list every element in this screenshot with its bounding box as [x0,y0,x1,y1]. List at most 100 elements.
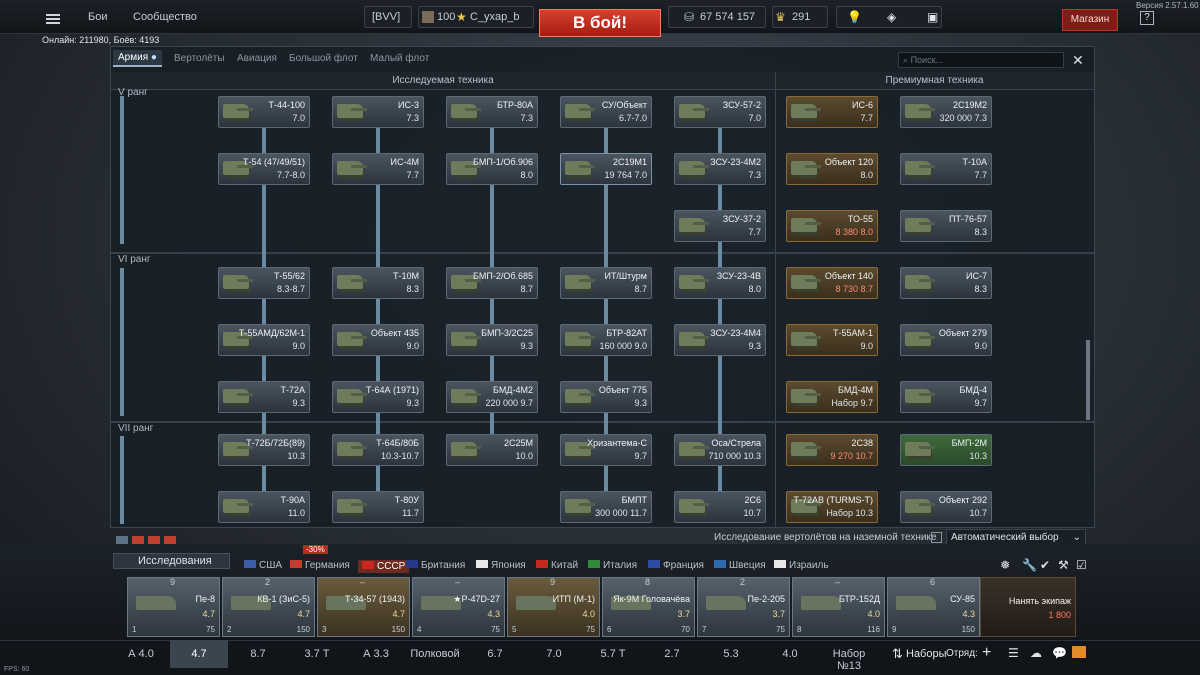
vehicle-card[interactable]: Т-55/62 8.3-8.7 [218,267,310,299]
preset-tab[interactable]: А 4.0 [112,648,170,660]
coupon-icon[interactable]: ▣ [927,10,938,24]
search-input[interactable]: ⌕ Поиск... [898,52,1064,68]
check-icon[interactable]: ✔ [1040,558,1050,572]
nation-tab[interactable]: Италия [588,560,637,571]
preset-tab[interactable]: 3.7 Т [288,648,346,660]
repair-icon[interactable]: ⚒ [1058,558,1069,572]
premium-vehicle-card[interactable]: Объект 120 8.0 [786,153,878,185]
chat-icon[interactable]: 💬 [1052,646,1067,660]
tab-bluewater[interactable]: Большой флот [289,53,358,64]
wrench-icon[interactable]: 🔧 [1022,558,1037,572]
vehicle-card[interactable]: ЗСУ-23-4В 8.0 [674,267,766,299]
vehicle-card[interactable]: БТР-82АТ 160 000 9.0 [560,324,652,356]
preset-tab[interactable]: 5.3 [702,648,760,660]
vehicle-card[interactable]: Т-54 (47/49/51) 7.7-8.0 [218,153,310,185]
vehicle-card[interactable]: ИТ/Штурм 8.7 [560,267,652,299]
preset-tab[interactable]: 2.7 [643,648,701,660]
preset-tab[interactable]: Набор №13 [820,648,878,672]
preset-tab[interactable]: 4.0 [761,648,819,660]
gear-icon[interactable]: ❅ [1000,558,1010,572]
diamond-icon[interactable]: ◈ [887,10,896,24]
crew-slot[interactable]: 9 Пе-8 4.7 1 75 [127,577,220,637]
contacts-icon[interactable]: ☁ [1030,646,1042,660]
premium-vehicle-card[interactable]: Т-72АВ (TURMS-T) Набор 10.3 [786,491,878,523]
vehicle-card[interactable]: СУ/Объект 6.7-7.0 [560,96,652,128]
premium-vehicle-card[interactable]: 2С19М2 320 000 7.3 [900,96,992,128]
vehicle-card[interactable]: ЗСУ-57-2 7.0 [674,96,766,128]
vehicle-card[interactable]: Хризантема-С 9.7 [560,434,652,466]
community-menu[interactable]: Сообщество [133,11,197,23]
crew-slot[interactable]: 6 СУ-85 4.3 9 150 [887,577,980,637]
vehicle-card[interactable]: Т-64Б/80Б 10.3-10.7 [332,434,424,466]
crew-slot[interactable]: 2 КВ-1 (ЗиС-5) 4.7 2 150 [222,577,315,637]
battles-menu[interactable]: Бои [88,11,107,23]
help-button[interactable]: ? [1140,11,1154,25]
vehicle-card[interactable]: Т-44-100 7.0 [218,96,310,128]
premium-vehicle-card[interactable]: Объект 279 9.0 [900,324,992,356]
crew-slot[interactable]: 2 Пе-2-205 3.7 7 75 [697,577,790,637]
crew-slot[interactable]: 9 ИТП (М-1) 4.0 5 75 [507,577,600,637]
vehicle-card[interactable]: Т-72А 9.3 [218,381,310,413]
premium-vehicle-card[interactable]: ПТ-76-57 8.3 [900,210,992,242]
nation-tab[interactable]: Франция [648,560,704,571]
vehicle-card[interactable]: ИС-4М 7.7 [332,153,424,185]
add-squad-icon[interactable]: + [982,644,991,662]
crew-slot[interactable]: – Т-34-57 (1943) 4.7 3 150 [317,577,410,637]
presets-label[interactable]: Наборы [906,648,947,660]
preset-tab[interactable]: 8.7 [229,648,287,660]
nation-tab[interactable]: Израиль [774,560,829,571]
vehicle-card[interactable]: ИС-3 7.3 [332,96,424,128]
vehicle-card[interactable]: ЗСУ-23-4М2 7.3 [674,153,766,185]
tab-army[interactable]: Армия ● [113,50,162,67]
vehicle-card[interactable]: БТР-80А 7.3 [446,96,538,128]
vehicle-card[interactable]: ЗСУ-23-4М4 9.3 [674,324,766,356]
menu-icon[interactable] [46,14,60,16]
vehicle-card[interactable]: 2С25М 10.0 [446,434,538,466]
preset-tab[interactable]: А 3.3 [347,648,405,660]
vehicle-card[interactable]: Оса/Стрела 710 000 10.3 [674,434,766,466]
vehicle-card[interactable]: Объект 435 9.0 [332,324,424,356]
vehicle-card[interactable]: Т-55АМД/62М-1 9.0 [218,324,310,356]
premium-vehicle-card[interactable]: Т-55АМ-1 9.0 [786,324,878,356]
vehicle-card[interactable]: Т-72Б/72Б(89) 10.3 [218,434,310,466]
premium-vehicle-card[interactable]: ИС-7 8.3 [900,267,992,299]
shop-button[interactable]: Магазин [1062,9,1118,31]
premium-vehicle-card[interactable]: 2С38 9 270 10.7 [786,434,878,466]
nation-tab[interactable]: США [244,560,282,571]
scrollbar[interactable] [1086,340,1090,420]
vehicle-card[interactable]: Т-80У 11.7 [332,491,424,523]
vehicle-card[interactable]: Т-90А 11.0 [218,491,310,523]
preset-tab[interactable]: Полковой [406,648,464,660]
preset-tab[interactable]: 7.0 [525,648,583,660]
vehicle-card[interactable]: Объект 775 9.3 [560,381,652,413]
lightbulb-icon[interactable]: 💡 [847,10,862,24]
tab-coastal[interactable]: Малый флот [370,53,429,64]
vehicle-card[interactable]: БМП-3/2С25 9.3 [446,324,538,356]
nation-tab[interactable]: СССР [358,560,410,573]
nation-tab[interactable]: Британия [406,560,465,571]
vehicle-card[interactable]: БМПТ 300 000 11.7 [560,491,652,523]
tab-helicopters[interactable]: Вертолёты [174,53,225,64]
premium-vehicle-card[interactable]: Т-10А 7.7 [900,153,992,185]
rank-6-label[interactable]: VI ранг [118,254,151,265]
vehicle-card[interactable]: 2С19М1 19 764 7.0 [560,153,652,185]
nation-tab[interactable]: Швеция [714,560,766,571]
crew-slot[interactable]: – БТР-152Д 4.0 8 116 [792,577,885,637]
crew-slot[interactable]: 8 Як-9М Головачёва 3.7 6 70 [602,577,695,637]
list-icon[interactable]: ☰ [1008,646,1019,660]
checkbox-icon[interactable]: ☑ [1076,558,1087,572]
premium-vehicle-card[interactable]: Объект 292 10.7 [900,491,992,523]
premium-vehicle-card[interactable]: БМД-4 9.7 [900,381,992,413]
preset-tab[interactable]: 6.7 [466,648,524,660]
vehicle-card[interactable]: Т-64А (1971) 9.3 [332,381,424,413]
nation-tab[interactable]: Китай [536,560,578,571]
vehicle-card[interactable]: ЗСУ-37-2 7.7 [674,210,766,242]
vehicle-card[interactable]: БМП-2/Об.685 8.7 [446,267,538,299]
research-button[interactable]: Исследования [113,553,230,569]
mail-icon[interactable] [1072,646,1086,658]
heli-research-checkbox[interactable] [931,532,942,543]
to-battle-button[interactable]: В бой! [539,9,661,37]
rank-7-label[interactable]: VII ранг [118,423,153,434]
premium-vehicle-card[interactable]: БМД-4М Набор 9.7 [786,381,878,413]
vehicle-card[interactable]: БМП-1/Об.906 8.0 [446,153,538,185]
